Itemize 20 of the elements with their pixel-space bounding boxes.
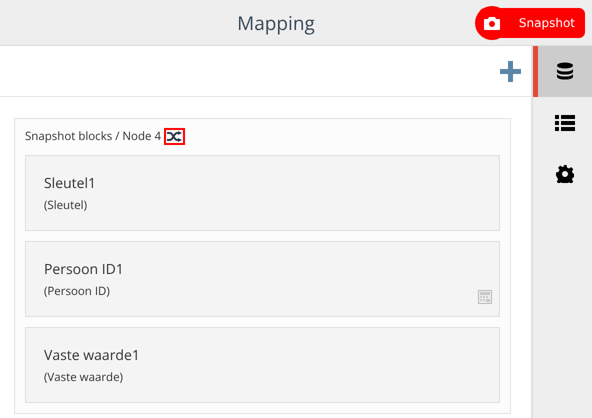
camera-icon (484, 16, 500, 30)
add-button[interactable] (500, 60, 521, 82)
shuffle-icon (167, 131, 182, 142)
block-type: (Persoon ID) (44, 284, 111, 299)
block-name: Persoon ID1 (44, 260, 125, 279)
block-type: (Vaste waarde) (44, 370, 124, 385)
plus-icon (500, 60, 521, 82)
block-type: (Sleutel) (44, 198, 88, 213)
breadcrumb: Snapshot blocks / Node 4 (25, 129, 162, 144)
database-icon (556, 62, 574, 82)
block-name: Sleutel1 (44, 174, 98, 193)
block-card[interactable]: Persoon ID1 (Persoon ID) (25, 241, 500, 317)
block-card[interactable]: Vaste waarde1 (Vaste waarde) (25, 327, 500, 403)
sidebar-item[interactable] (533, 46, 592, 97)
shuffle-button[interactable] (164, 128, 186, 145)
list-icon (555, 114, 575, 130)
page-title: Mapping (237, 10, 315, 36)
block-card[interactable]: Sleutel1 (Sleutel) (25, 155, 500, 231)
block-name: Vaste waarde1 (44, 346, 141, 365)
settings-icon (556, 164, 574, 182)
